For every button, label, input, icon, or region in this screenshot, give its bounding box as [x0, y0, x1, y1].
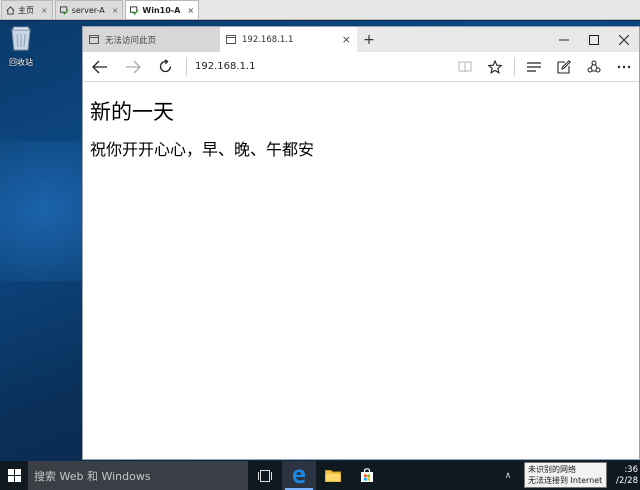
task-view-button[interactable] [248, 461, 282, 490]
hub-button[interactable] [519, 52, 549, 82]
clock[interactable]: :36 /2/28 [616, 465, 640, 487]
web-note-button[interactable] [549, 52, 579, 82]
tooltip-line-network: 未识别的网络 [528, 465, 576, 474]
favorite-button[interactable] [480, 52, 510, 82]
vm-icon [130, 5, 139, 15]
share-button[interactable] [579, 52, 609, 82]
web-note-icon [557, 59, 571, 74]
back-button[interactable] [83, 52, 116, 82]
search-placeholder: 搜索 Web 和 Windows [34, 469, 151, 483]
close-tab-icon[interactable]: × [342, 33, 351, 46]
page-paragraph: 祝你开开心心，早、晚、午都安 [90, 140, 315, 159]
star-icon [488, 59, 502, 74]
back-arrow-icon [91, 60, 107, 73]
start-button[interactable] [0, 461, 28, 490]
edge-taskbar-button[interactable] [282, 461, 316, 490]
browser-tab-strip: 无法访问此页 192.168.1.1 × + [83, 27, 639, 52]
url-field[interactable]: 192.168.1.1 [195, 61, 450, 72]
browser-tab-current[interactable]: 192.168.1.1 × [220, 27, 357, 52]
close-icon[interactable]: × [187, 6, 194, 15]
vm-tab-label: 主页 [18, 5, 34, 15]
chevron-up-icon[interactable]: ∧ [500, 471, 516, 481]
close-icon[interactable]: × [112, 6, 119, 15]
window-controls [549, 27, 639, 52]
minimize-icon[interactable] [549, 27, 579, 52]
close-window-icon[interactable] [609, 27, 639, 52]
tooltip-line-internet: 无法连接到 Internet [528, 476, 603, 485]
edge-icon [293, 469, 305, 483]
more-button[interactable] [609, 52, 639, 82]
store-icon [361, 468, 373, 482]
divider [186, 57, 187, 76]
vm-tab-label: Win10-A [142, 5, 181, 15]
browser-tab-title: 192.168.1.1 [242, 34, 294, 45]
recycle-bin-shortcut[interactable]: 回收站 [4, 25, 38, 68]
store-button[interactable] [350, 461, 384, 490]
vm-tab-home[interactable]: 主页 × [1, 0, 53, 19]
more-icon [617, 65, 631, 68]
page-icon [89, 35, 99, 44]
home-icon [6, 5, 15, 15]
vm-tab-label: server-A [71, 5, 105, 15]
recycle-bin-icon [11, 26, 31, 51]
refresh-icon [159, 59, 172, 73]
browser-tab-unreachable[interactable]: 无法访问此页 [83, 27, 220, 52]
vm-tab-server-a[interactable]: server-A × [54, 0, 124, 19]
clock-date: /2/28 [616, 475, 638, 486]
reading-view-button[interactable] [450, 52, 480, 82]
folder-icon [325, 470, 341, 482]
close-icon[interactable]: × [41, 6, 48, 15]
edge-browser-window: 无法访问此页 192.168.1.1 × + 192.168.1.1 新的一天 … [82, 26, 640, 460]
file-explorer-button[interactable] [316, 461, 350, 490]
divider [514, 57, 515, 76]
share-icon [587, 60, 601, 72]
refresh-button[interactable] [149, 52, 182, 82]
browser-tab-title: 无法访问此页 [105, 35, 157, 46]
page-heading: 新的一天 [90, 100, 174, 124]
address-bar: 192.168.1.1 [83, 52, 639, 82]
windows-logo-icon [7, 469, 21, 482]
reading-view-icon [458, 61, 472, 72]
recycle-bin-label: 回收站 [9, 58, 33, 67]
new-tab-button[interactable]: + [357, 27, 381, 52]
task-view-icon [258, 469, 272, 482]
forward-arrow-icon [125, 60, 141, 73]
toolbar-buttons [450, 52, 639, 82]
page-icon [226, 35, 236, 44]
vm-tab-bar: 主页 × server-A × Win10-A × [0, 0, 640, 20]
network-status-tooltip: 未识别的网络 无法连接到 Internet [524, 462, 607, 488]
hub-icon [527, 61, 541, 72]
maximize-icon[interactable] [579, 27, 609, 52]
forward-button[interactable] [116, 52, 149, 82]
page-content: 新的一天 祝你开开心心，早、晚、午都安 [83, 82, 639, 174]
vm-icon [59, 5, 69, 15]
clock-time: :36 [624, 464, 638, 475]
taskbar-search-box[interactable]: 搜索 Web 和 Windows [28, 461, 248, 490]
vm-tab-win10-a[interactable]: Win10-A × [125, 0, 200, 19]
